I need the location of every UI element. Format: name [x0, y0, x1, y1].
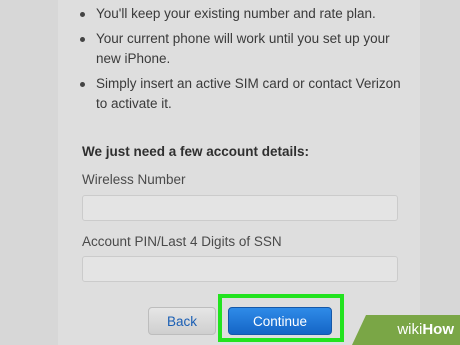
bullet-text: Simply insert an active SIM card or cont… — [96, 76, 401, 111]
bullet-text: You'll keep your existing number and rat… — [96, 6, 376, 21]
back-button[interactable]: Back — [148, 307, 216, 335]
account-pin-label: Account PIN/Last 4 Digits of SSN — [82, 234, 282, 249]
watermark-how-text: How — [422, 321, 454, 338]
continue-button[interactable]: Continue — [228, 307, 332, 335]
bullet-item: Your current phone will work until you s… — [78, 29, 408, 69]
wireless-number-input[interactable] — [82, 195, 398, 221]
bullet-dot-icon — [80, 12, 85, 17]
bullet-item: Simply insert an active SIM card or cont… — [78, 74, 408, 114]
bullet-dot-icon — [80, 37, 85, 42]
account-details-heading: We just need a few account details: — [82, 144, 310, 159]
wireless-number-label: Wireless Number — [82, 172, 186, 187]
info-bullet-list: You'll keep your existing number and rat… — [78, 4, 408, 119]
account-pin-input[interactable] — [82, 256, 398, 282]
bullet-text: Your current phone will work until you s… — [96, 31, 390, 66]
bullet-dot-icon — [80, 82, 85, 87]
wikihow-watermark: wikiHow — [352, 315, 460, 345]
bullet-item: You'll keep your existing number and rat… — [78, 4, 408, 24]
watermark-wiki-text: wiki — [397, 321, 423, 338]
